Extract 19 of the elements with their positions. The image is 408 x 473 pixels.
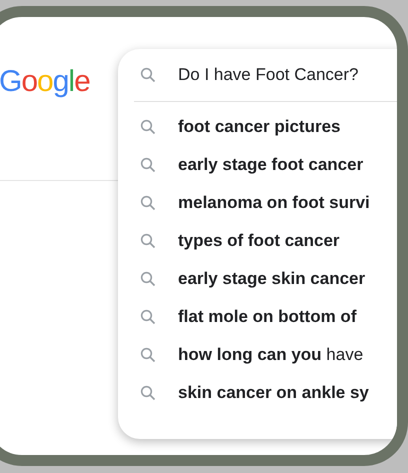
suggestion[interactable]: melanoma on foot survi [178, 190, 370, 216]
search-icon [140, 385, 156, 401]
search-field[interactable]: Do I have Foot Cancer? [178, 62, 397, 88]
suggestion[interactable]: foot cancer pictures [178, 114, 340, 140]
suggestion[interactable]: flat mole on bottom of [178, 304, 356, 330]
search-icon [140, 195, 156, 211]
search-icon [140, 119, 156, 135]
google-logo[interactable]: Google [0, 59, 90, 104]
suggestion[interactable]: types of foot cancer [178, 228, 340, 254]
search-icon [140, 271, 156, 287]
suggestion[interactable]: early stage skin cancer [178, 266, 366, 292]
search-icon [140, 347, 156, 363]
search-icon [140, 157, 156, 173]
suggestion[interactable]: early stage foot cancer [178, 152, 364, 178]
suggestion[interactable]: skin cancer on ankle sy [178, 380, 369, 406]
suggestion[interactable]: how long can you have [178, 342, 364, 368]
search-icon [140, 309, 156, 325]
search-icon [140, 233, 156, 249]
search-icon [140, 67, 156, 83]
